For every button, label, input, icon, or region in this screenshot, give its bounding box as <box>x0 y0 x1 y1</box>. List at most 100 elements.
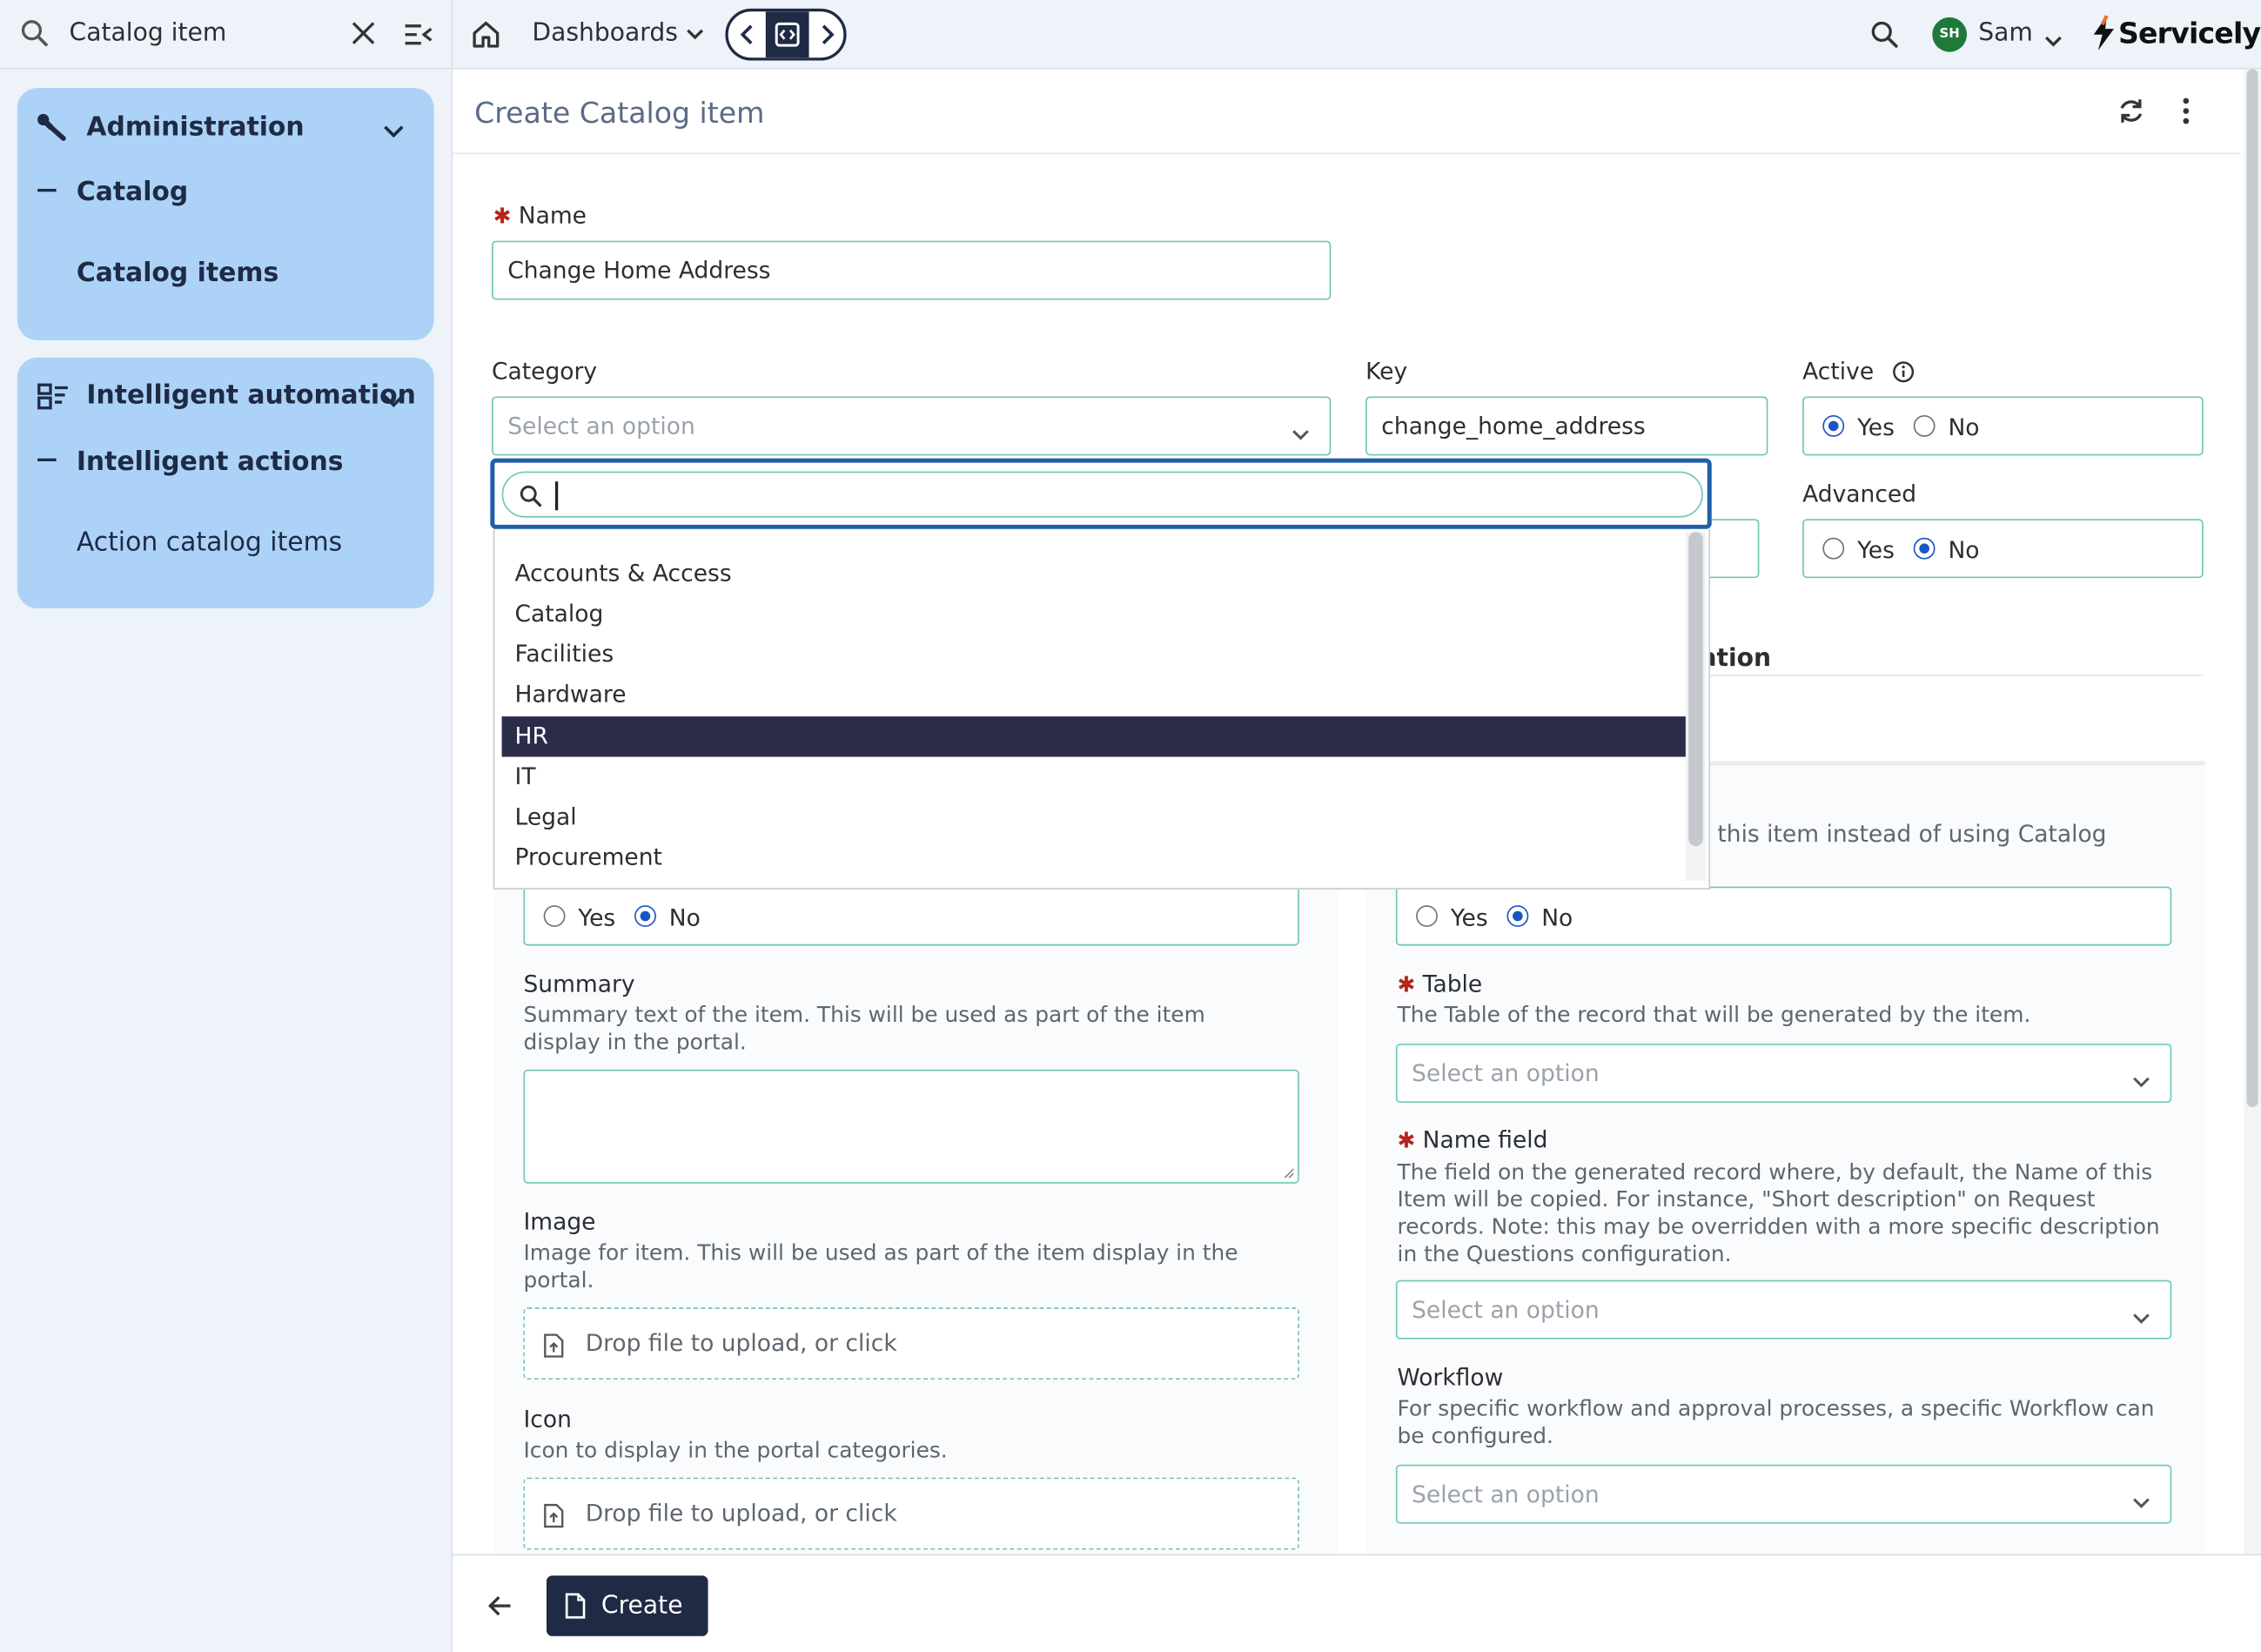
user-name: Sam <box>1978 18 2033 48</box>
info-icon[interactable] <box>1892 360 1915 389</box>
option-label: Accounts & Access <box>514 559 732 588</box>
nav-item-action-catalog-items[interactable]: Action catalog items <box>77 527 342 558</box>
left-no-label: No <box>668 903 701 931</box>
option-procurement[interactable]: Procurement <box>502 837 1686 877</box>
clear-search-icon[interactable] <box>351 20 377 51</box>
search-icon <box>519 484 542 513</box>
key-value: change_home_address <box>1381 412 1646 440</box>
advanced-no-radio[interactable] <box>1913 537 1936 560</box>
nav-group-title: Intelligent automation <box>86 380 416 412</box>
app-root: Catalog item Administration Catalog Cata… <box>0 0 2261 1652</box>
name-field-select[interactable]: Select an option <box>1395 1279 2172 1340</box>
required-marker: ✱ <box>493 203 512 230</box>
advanced-no-label: No <box>1948 536 1980 564</box>
left-yes-radio[interactable] <box>543 905 566 927</box>
active-yes-label: Yes <box>1857 413 1895 441</box>
sidebar-search[interactable]: Catalog item <box>0 0 452 70</box>
icon-dropzone[interactable]: Drop file to upload, or click <box>523 1477 1299 1550</box>
nav-subgroup-intelligent-actions[interactable]: Intelligent actions <box>37 447 344 478</box>
resize-handle-icon[interactable] <box>1284 1168 1295 1179</box>
page-scrollbar[interactable] <box>2244 69 2261 1555</box>
advanced-yes-radio[interactable] <box>1822 537 1845 560</box>
history-nav <box>725 8 847 61</box>
key-label: Key <box>1365 357 1408 386</box>
divider <box>1697 675 2204 676</box>
key-field[interactable]: change_home_address <box>1365 396 1768 456</box>
active-label: Active <box>1802 357 1875 386</box>
option-facilities[interactable]: Facilities <box>502 635 1686 675</box>
option-label: Catalog <box>514 599 604 628</box>
category-select[interactable]: Select an option <box>492 396 1332 456</box>
chevron-left-icon[interactable] <box>728 11 766 57</box>
advanced-label: Advanced <box>1802 480 1917 507</box>
option-hr[interactable]: HR <box>501 716 1686 757</box>
name-field[interactable]: Change Home Address <box>492 240 1332 300</box>
right-yes-radio[interactable] <box>1416 905 1438 927</box>
chevron-down-icon <box>1292 420 1310 447</box>
table-placeholder: Select an option <box>1412 1059 1600 1087</box>
option-hardware[interactable]: Hardware <box>502 675 1686 715</box>
sidebar-search-input[interactable]: Catalog item <box>70 19 227 48</box>
right-description-fragment: this item instead of using Catalog <box>1717 820 2107 848</box>
table-description: The Table of the record that will be gen… <box>1397 1002 2031 1028</box>
icon-label: Icon <box>523 1405 572 1434</box>
workflow-label: Workflow <box>1397 1363 1504 1392</box>
active-yes-radio[interactable] <box>1822 414 1845 437</box>
nav-subgroup-label: Intelligent actions <box>76 447 344 478</box>
left-yes-label: Yes <box>578 903 616 931</box>
image-drop-text: Drop file to upload, or click <box>585 1329 897 1357</box>
workflow-select[interactable]: Select an option <box>1395 1464 2172 1524</box>
nav-group-administration: Administration Catalog Catalog items <box>17 88 434 340</box>
dropdown-scrollbar[interactable] <box>1685 532 1707 881</box>
refresh-icon[interactable] <box>2117 97 2145 131</box>
arrow-left-icon[interactable] <box>487 1595 513 1623</box>
divider <box>453 152 2241 155</box>
active-no-radio[interactable] <box>1913 414 1936 437</box>
option-catalog[interactable]: Catalog <box>502 594 1686 634</box>
bolt-icon <box>2091 15 2117 58</box>
dashboards-menu[interactable]: Dashboards <box>532 19 704 48</box>
right-no-label: No <box>1541 903 1573 931</box>
chevron-right-icon[interactable] <box>809 11 844 57</box>
option-label: Facilities <box>514 640 614 668</box>
right-no-radio[interactable] <box>1506 905 1529 927</box>
nav-group-header[interactable]: Intelligent automation <box>17 358 434 439</box>
create-button[interactable]: Create <box>546 1575 708 1636</box>
document-icon <box>565 1593 586 1624</box>
chevron-down-icon <box>382 117 406 144</box>
scrollbar-thumb[interactable] <box>2246 69 2258 1107</box>
collapse-sidebar-icon[interactable] <box>404 22 433 53</box>
category-dropdown-search-wrap <box>490 458 1712 529</box>
nav-group-header[interactable]: Administration <box>17 88 434 169</box>
required-marker: ✱ <box>1397 971 1416 998</box>
nav-group-title: Administration <box>86 112 305 143</box>
name-value: Change Home Address <box>507 256 771 285</box>
option-it[interactable]: IT <box>502 757 1686 797</box>
dropdown-scrollbar-thumb[interactable] <box>1688 532 1703 847</box>
image-dropzone[interactable]: Drop file to upload, or click <box>523 1307 1299 1380</box>
search-icon[interactable] <box>1870 20 1899 55</box>
option-label: Procurement <box>514 843 662 871</box>
category-label: Category <box>492 357 598 386</box>
name-field-placeholder: Select an option <box>1412 1295 1600 1324</box>
name-field-description: The field on the generated record where,… <box>1397 1158 2160 1267</box>
home-icon[interactable] <box>472 20 500 55</box>
chevron-down-icon <box>2133 1487 2150 1514</box>
left-no-radio[interactable] <box>634 905 656 927</box>
create-label: Create <box>600 1591 683 1621</box>
image-label: Image <box>523 1207 596 1236</box>
code-view-icon[interactable] <box>765 11 809 58</box>
option-legal[interactable]: Legal <box>502 797 1686 837</box>
more-options-icon[interactable] <box>2180 97 2191 131</box>
summary-textarea[interactable] <box>523 1069 1299 1184</box>
advanced-yes-label: Yes <box>1857 536 1895 564</box>
avatar: SH <box>1932 17 1968 52</box>
category-search-input[interactable] <box>501 471 1703 518</box>
nav-item-catalog-items[interactable]: Catalog items <box>77 258 278 288</box>
name-label-text: Name <box>518 201 587 230</box>
option-accounts-access[interactable]: Accounts & Access <box>502 554 1686 594</box>
table-select[interactable]: Select an option <box>1395 1044 2172 1103</box>
text-cursor <box>554 481 559 511</box>
nav-subgroup-catalog[interactable]: Catalog <box>37 178 188 207</box>
automation-icon <box>37 382 69 417</box>
